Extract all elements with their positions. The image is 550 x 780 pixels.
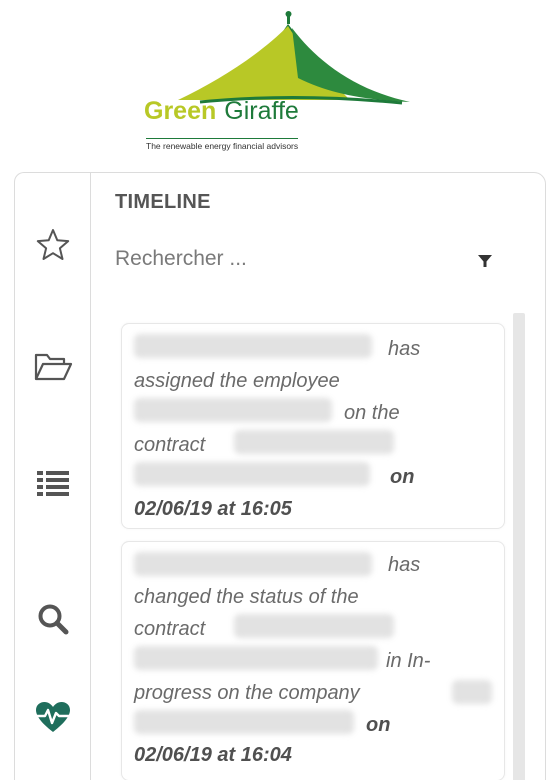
folder-open-icon xyxy=(34,353,73,381)
app-root: Green Giraffe The renewable energy financ… xyxy=(0,0,550,780)
event-text: contract xyxy=(134,618,206,640)
redacted-status-detail xyxy=(134,646,378,670)
logo-word-giraffe: Giraffe xyxy=(224,97,299,125)
sidebar-item-list[interactable] xyxy=(15,453,91,513)
event-timestamp: 02/06/19 at 16:05 xyxy=(134,498,292,520)
filter-icon[interactable] xyxy=(475,251,495,271)
redacted-contract-ref xyxy=(134,462,370,486)
sidebar-item-favorites[interactable] xyxy=(15,215,91,275)
search-icon xyxy=(38,604,69,635)
timeline-panel: TIMELINE has assigned the employee on th… xyxy=(90,172,546,780)
timeline-search-input[interactable] xyxy=(115,247,405,271)
event-text: on xyxy=(390,466,415,488)
event-text: changed the status of the xyxy=(134,586,359,608)
redacted-contract-name xyxy=(234,614,394,638)
company-logo: Green Giraffe The renewable energy financ… xyxy=(140,8,420,158)
event-text: contract xyxy=(134,434,206,456)
logo-wordmark: Green Giraffe xyxy=(144,96,299,126)
heart-pulse-icon xyxy=(35,702,71,732)
logo-word-green: Green xyxy=(144,97,217,125)
event-text: in In- xyxy=(386,650,431,672)
timeline-event-card[interactable]: has changed the status of the contract i… xyxy=(121,541,505,780)
timeline-scrollbar[interactable] xyxy=(513,313,525,780)
event-text: on xyxy=(366,714,391,736)
event-text: has xyxy=(388,338,421,360)
redacted-contract-name xyxy=(234,430,394,454)
redacted-company-prefix xyxy=(452,680,492,704)
event-text: on the xyxy=(344,402,400,424)
event-timestamp: 02/06/19 at 16:04 xyxy=(134,744,292,766)
sidebar-icon-bar xyxy=(14,172,90,780)
panel-title: TIMELINE xyxy=(115,191,211,213)
event-text: has xyxy=(388,554,421,576)
redacted-user-name xyxy=(134,334,372,358)
event-text: assigned the employee xyxy=(134,370,340,392)
timeline-event-card[interactable]: has assigned the employee on the contrac… xyxy=(121,323,505,529)
redacted-user-name xyxy=(134,552,372,576)
sidebar-item-search[interactable] xyxy=(15,589,91,649)
star-icon xyxy=(36,229,70,260)
sidebar-item-folders[interactable] xyxy=(15,337,91,397)
logo-tagline: The renewable energy financial advisors xyxy=(146,138,299,151)
sidebar-item-timeline[interactable] xyxy=(15,687,91,747)
event-text: progress on the company xyxy=(134,682,360,704)
list-icon xyxy=(37,471,69,496)
redacted-company-name xyxy=(134,710,354,734)
redacted-employee-name xyxy=(134,398,332,422)
